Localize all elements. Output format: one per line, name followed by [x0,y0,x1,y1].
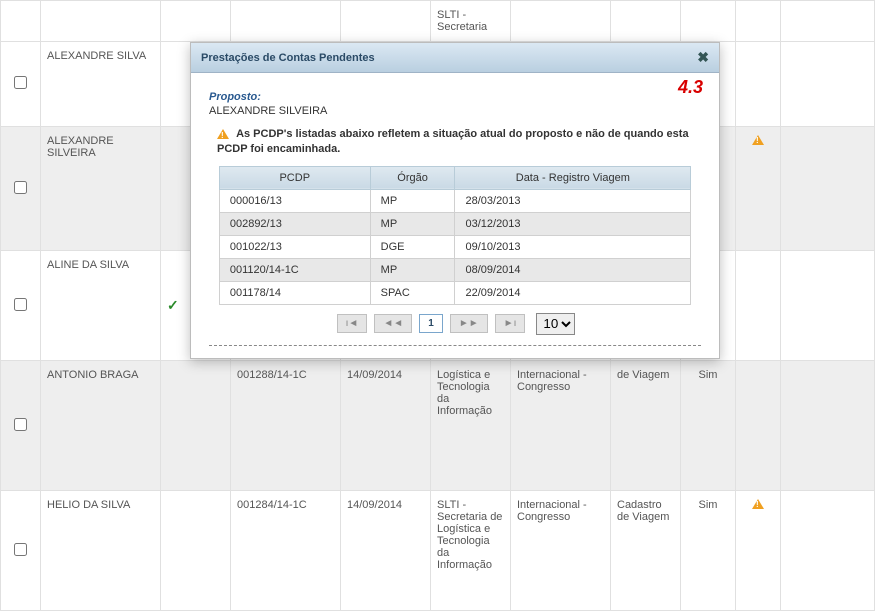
pcdp-table: PCDP Órgão Data - Registro Viagem 000016… [219,166,691,305]
dialog-warning-msg: As PCDP's listadas abaixo refletem a sit… [217,128,689,155]
pager-next-button[interactable]: ►► [450,314,488,333]
warning-icon [752,135,764,145]
row-checkbox[interactable] [14,181,27,194]
warning-icon [752,499,764,509]
row-checkbox[interactable] [14,543,27,556]
table-row: 001022/13 DGE 09/10/2013 [219,235,690,258]
dialog-warning-text: As PCDP's listadas abaixo refletem a sit… [217,127,693,158]
close-icon[interactable]: ✖ [697,49,709,66]
pager-prev-button[interactable]: ◄◄ [374,314,412,333]
pager-first-button[interactable]: ı◄ [337,314,368,333]
row-checkbox[interactable] [14,418,27,431]
cell-orgao: SPAC [370,281,455,304]
value-proposto: ALEXANDRE SILVEIRA [209,105,701,117]
row-name: ALEXANDRE SILVEIRA [41,127,161,251]
check-icon: ✓ [167,297,179,313]
row-date: 14/09/2014 [341,491,431,611]
cell-orgao: DGE [370,235,455,258]
row-code: 001284/14-1C [231,491,341,611]
row-name: HELIO DA SILVA [41,491,161,611]
table-row: 001178/14 SPAC 22/09/2014 [219,281,690,304]
dialog-titlebar: Prestações de Contas Pendentes ✖ [191,43,719,73]
cell-pcdp: 000016/13 [219,189,370,212]
table-row: 000016/13 MP 28/03/2013 [219,189,690,212]
row-name: ALINE DA SILVA [41,251,161,361]
row-desc: Logística e Tecnologia da Informação [431,361,511,491]
pager-page-number[interactable]: 1 [419,314,443,333]
cell-data: 28/03/2013 [455,189,691,212]
row-code: 001288/14-1C [231,361,341,491]
dialog-title-text: Prestações de Contas Pendentes [201,52,375,64]
row-cad: Cadastro de Viagem [611,491,681,611]
row-type: Internacional - Congresso [511,361,611,491]
dialog-divider [209,345,701,346]
row-sim: Sim [681,491,736,611]
label-proposto: Proposto: [209,91,701,103]
header-slti: SLTI - Secretaria [431,1,511,42]
row-name: ALEXANDRE SILVA [41,42,161,127]
col-data: Data - Registro Viagem [455,166,691,189]
cell-data: 09/10/2013 [455,235,691,258]
row-name: ANTONIO BRAGA [41,361,161,491]
cell-data: 22/09/2014 [455,281,691,304]
pager-size-select[interactable]: 10 [536,313,575,335]
dialog-version-label: 4.3 [678,77,703,98]
row-type: Internacional - Congresso [511,491,611,611]
cell-pcdp: 001178/14 [219,281,370,304]
cell-orgao: MP [370,212,455,235]
cell-orgao: MP [370,258,455,281]
row-desc: SLTI - Secretaria de Logística e Tecnolo… [431,491,511,611]
row-checkbox[interactable] [14,298,27,311]
row-date: 14/09/2014 [341,361,431,491]
warning-icon [217,129,229,139]
cell-pcdp: 001120/14-1C [219,258,370,281]
cell-pcdp: 001022/13 [219,235,370,258]
table-row: 002892/13 MP 03/12/2013 [219,212,690,235]
cell-data: 08/09/2014 [455,258,691,281]
cell-pcdp: 002892/13 [219,212,370,235]
dialog-pending-accounts: Prestações de Contas Pendentes ✖ 4.3 Pro… [190,42,720,359]
pager-last-button[interactable]: ►ı [495,314,526,333]
row-sim: Sim [681,361,736,491]
paginator: ı◄ ◄◄ 1 ►► ►ı 10 [209,313,701,335]
cell-data: 03/12/2013 [455,212,691,235]
cell-orgao: MP [370,189,455,212]
col-pcdp: PCDP [219,166,370,189]
row-checkbox[interactable] [14,76,27,89]
col-orgao: Órgão [370,166,455,189]
table-row: 001120/14-1C MP 08/09/2014 [219,258,690,281]
row-cad: de Viagem [611,361,681,491]
